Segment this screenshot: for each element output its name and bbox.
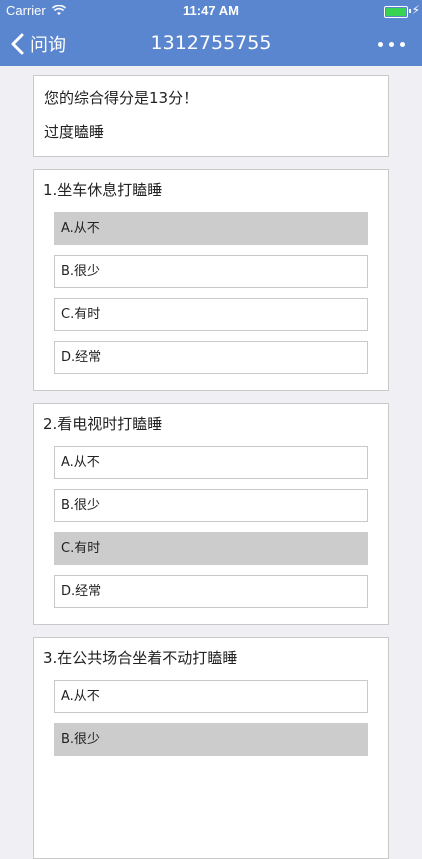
status-bar: Carrier 11:47 AM ⚡ [0, 0, 422, 22]
question-card: 1.坐车休息打瞌睡 A.从不 B.很少 C.有时 D.经常 [33, 169, 389, 391]
dot-icon [400, 42, 405, 47]
more-options-button[interactable] [378, 34, 408, 54]
option-c[interactable]: C.有时 [54, 298, 368, 331]
score-text: 您的综合得分是13分！ [44, 89, 199, 107]
question-card: 2.看电视时打瞌睡 A.从不 B.很少 C.有时 D.经常 [33, 403, 389, 625]
score-result: 过度瞌睡 [44, 123, 105, 141]
status-time: 11:47 AM [183, 3, 239, 18]
question-title: 3.在公共场合坐着不动打瞌睡 [43, 649, 238, 667]
option-d[interactable]: D.经常 [54, 341, 368, 374]
nav-bar: 问询 1312755755 [0, 22, 422, 66]
option-b[interactable]: B.很少 [54, 723, 368, 756]
page-title: 1312755755 [150, 32, 272, 54]
survey-content: 您的综合得分是13分！ 过度瞌睡 1.坐车休息打瞌睡 A.从不 B.很少 C.有… [33, 75, 389, 859]
option-c[interactable]: C.有时 [54, 532, 368, 565]
battery-icon [384, 6, 408, 18]
question-title: 1.坐车休息打瞌睡 [43, 181, 163, 199]
option-a[interactable]: A.从不 [54, 212, 368, 245]
dot-icon [378, 42, 383, 47]
option-a[interactable]: A.从不 [54, 446, 368, 479]
charging-icon: ⚡ [411, 3, 420, 17]
option-b[interactable]: B.很少 [54, 255, 368, 288]
question-card: 3.在公共场合坐着不动打瞌睡 A.从不 B.很少 [33, 637, 389, 859]
option-d[interactable]: D.经常 [54, 575, 368, 608]
question-title: 2.看电视时打瞌睡 [43, 415, 163, 433]
option-a[interactable]: A.从不 [54, 680, 368, 713]
option-b[interactable]: B.很少 [54, 489, 368, 522]
score-card: 您的综合得分是13分！ 过度瞌睡 [33, 75, 389, 157]
dot-icon [389, 42, 394, 47]
